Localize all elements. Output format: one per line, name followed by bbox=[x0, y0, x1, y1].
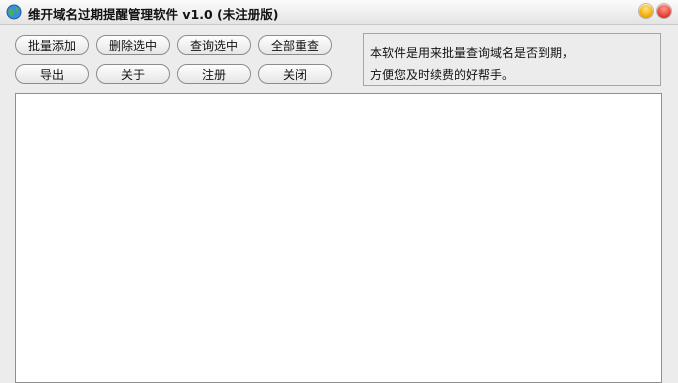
info-panel: 本软件是用来批量查询域名是否到期， 方便您及时续费的好帮手。 bbox=[363, 33, 661, 86]
query-selected-button[interactable]: 查询选中 bbox=[177, 35, 251, 55]
title-bar[interactable]: 维开域名过期提醒管理软件 v1.0 (未注册版) bbox=[0, 0, 678, 25]
requery-all-button[interactable]: 全部重查 bbox=[258, 35, 332, 55]
globe-app-icon bbox=[6, 4, 22, 20]
about-button[interactable]: 关于 bbox=[96, 64, 170, 84]
export-button[interactable]: 导出 bbox=[15, 64, 89, 84]
batch-add-button[interactable]: 批量添加 bbox=[15, 35, 89, 55]
register-button[interactable]: 注册 bbox=[177, 64, 251, 84]
close-button[interactable]: 关闭 bbox=[258, 64, 332, 84]
app-window: 维开域名过期提醒管理软件 v1.0 (未注册版) 批量添加 删除选中 查询选中 … bbox=[0, 0, 678, 383]
minimize-button[interactable] bbox=[639, 4, 653, 18]
window-title: 维开域名过期提醒管理软件 v1.0 (未注册版) bbox=[28, 7, 279, 22]
info-line-2: 方便您及时续费的好帮手。 bbox=[370, 68, 515, 82]
info-line-1: 本软件是用来批量查询域名是否到期， bbox=[370, 46, 575, 60]
close-window-button[interactable] bbox=[657, 4, 671, 18]
domain-list[interactable] bbox=[15, 93, 662, 383]
delete-selected-button[interactable]: 删除选中 bbox=[96, 35, 170, 55]
